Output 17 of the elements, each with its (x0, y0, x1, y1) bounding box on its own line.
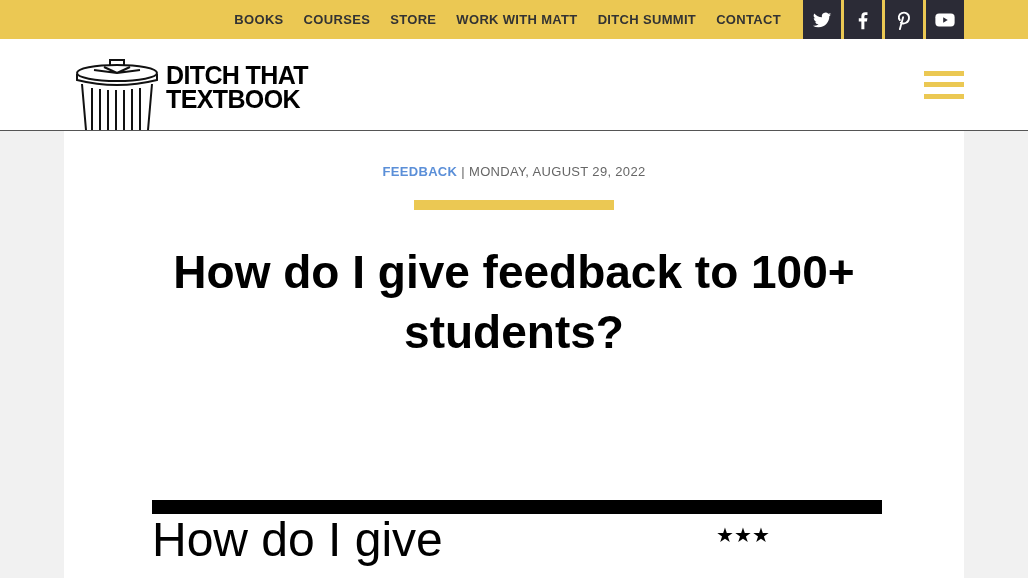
nav-link[interactable]: CONTACT (716, 9, 781, 30)
social-link[interactable] (844, 0, 882, 39)
social-link[interactable] (803, 0, 841, 39)
logo-text: DITCH THAT (166, 62, 308, 87)
separator: | (461, 163, 465, 181)
social-link[interactable] (926, 0, 964, 39)
nav-link[interactable]: BOOKS (234, 9, 284, 30)
nav-link[interactable]: STORE (390, 9, 437, 30)
logo-text: TEXTBOOK (166, 86, 301, 111)
nav-link[interactable]: DITCH SUMMIT (597, 9, 697, 30)
image-heading: How do I give (152, 515, 443, 564)
nav-link[interactable]: COURSES (303, 9, 371, 30)
nav-link[interactable]: WORK WITH MATT (456, 9, 578, 30)
stars: ★★★ (716, 522, 770, 548)
post-title: How do I give feedback to 100+ students? (172, 244, 856, 360)
post-date: MONDAY, AUGUST 29, 2022 (469, 163, 646, 181)
social-link[interactable] (885, 0, 923, 39)
